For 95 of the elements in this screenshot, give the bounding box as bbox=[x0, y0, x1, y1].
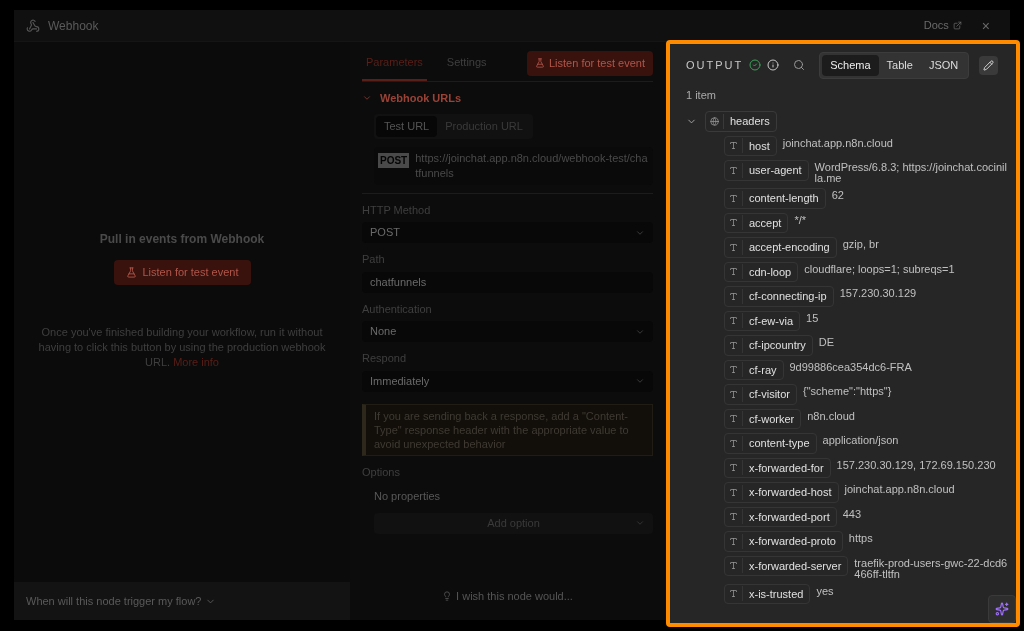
modal-title: Webhook bbox=[48, 17, 99, 35]
input-field[interactable]: chatfunnels bbox=[362, 271, 653, 293]
tree-key: headers bbox=[724, 112, 776, 131]
section-title: Webhook URLs bbox=[380, 90, 462, 106]
text-type-icon bbox=[729, 561, 738, 571]
tree-value: https bbox=[848, 531, 873, 544]
webhook-icon bbox=[26, 18, 40, 33]
success-icon bbox=[749, 59, 762, 72]
item-count: 1 item bbox=[686, 87, 717, 103]
tree-key: cdn-loop bbox=[743, 262, 798, 281]
tree-value: WordPress/6.8.3; https://joinchat.cocinilla.me bbox=[814, 160, 1008, 184]
tree-value: 9d99886cea354dc6-FRA bbox=[789, 359, 912, 373]
tree-value: joinchat.app.n8n.cloud bbox=[844, 482, 955, 495]
text-type-icon bbox=[729, 589, 738, 599]
tree-key: cf-ew-via bbox=[743, 311, 799, 330]
lightbulb-icon bbox=[442, 590, 453, 601]
text-type-icon bbox=[729, 340, 738, 350]
tree-value: joinchat.app.n8n.cloud bbox=[782, 135, 893, 149]
tree-key: cf-ipcountry bbox=[743, 336, 812, 355]
tree-value: n8n.cloud bbox=[807, 408, 855, 422]
view-tab[interactable]: Table bbox=[878, 55, 921, 76]
external-link-icon bbox=[952, 21, 962, 30]
pencil-icon bbox=[983, 59, 995, 71]
trigger-help-toggle[interactable]: When will this node trigger my flow? bbox=[14, 582, 350, 620]
chevron-icon bbox=[635, 376, 645, 386]
text-type-icon bbox=[729, 218, 738, 228]
text-type-icon bbox=[729, 141, 738, 151]
view-tab[interactable]: Schema bbox=[822, 55, 879, 76]
tree-value: */* bbox=[794, 212, 807, 226]
tree-value: 15 bbox=[806, 310, 819, 324]
listen-button[interactable]: Listen for test event bbox=[527, 51, 653, 76]
flask-icon bbox=[535, 58, 545, 69]
select-field[interactable]: None bbox=[362, 321, 653, 342]
tree-value: yes bbox=[816, 583, 834, 597]
text-type-icon bbox=[729, 536, 738, 546]
tree-key: x-forwarded-port bbox=[743, 507, 836, 526]
tree-value: 157.230.30.129, 172.69.150.230 bbox=[836, 457, 996, 471]
tree-value: DE bbox=[818, 335, 835, 348]
text-type-icon bbox=[729, 512, 738, 522]
docs-link[interactable]: Docs bbox=[923, 17, 962, 34]
tree-key: accept bbox=[743, 213, 788, 232]
text-type-icon bbox=[729, 165, 738, 175]
tree-key: x-is-trusted bbox=[743, 584, 810, 603]
text-type-icon bbox=[729, 291, 738, 301]
close-button[interactable]: × bbox=[981, 18, 990, 33]
listen-button[interactable]: Listen for test event bbox=[113, 260, 251, 285]
info-icon[interactable] bbox=[767, 59, 780, 72]
text-type-icon bbox=[729, 193, 738, 203]
tree-key: cf-connecting-ip bbox=[743, 287, 833, 306]
tree-key: host bbox=[743, 136, 776, 155]
text-type-icon bbox=[729, 242, 738, 252]
flask-icon bbox=[125, 267, 137, 278]
text-type-icon bbox=[729, 316, 738, 326]
method-badge: POST bbox=[378, 152, 410, 168]
tree-value: gzip, br bbox=[842, 237, 879, 250]
tree-key: accept-encoding bbox=[743, 238, 836, 257]
url-tab[interactable]: Test URL bbox=[376, 116, 438, 137]
tree-value: application/json bbox=[822, 433, 899, 446]
tree-key: x-forwarded-for bbox=[743, 458, 830, 477]
empty-text: No properties bbox=[374, 489, 442, 504]
tree-key: cf-visitor bbox=[743, 385, 796, 404]
select-field[interactable]: Immediately bbox=[362, 370, 653, 392]
tree-value: cloudflare; loops=1; subreqs=1 bbox=[804, 261, 955, 275]
text-type-icon bbox=[729, 487, 738, 497]
trigger-heading: Pull in events from Webhook bbox=[99, 231, 265, 249]
tree-value: 157.230.30.129 bbox=[839, 286, 917, 299]
tree-value: 443 bbox=[842, 506, 862, 520]
edit-button[interactable] bbox=[979, 55, 999, 75]
text-type-icon bbox=[729, 414, 738, 424]
tree-key: x-forwarded-proto bbox=[743, 532, 842, 551]
tree-value: traefik-prod-users-gwc-22-dcd6466ff-tltfn bbox=[854, 555, 1008, 580]
tree-key: user-agent bbox=[743, 161, 808, 180]
tree-key: content-type bbox=[743, 434, 816, 453]
tree-key: content-length bbox=[743, 189, 825, 208]
tree-key: cf-ray bbox=[743, 360, 783, 379]
feedback-link[interactable]: I wish this node would... bbox=[362, 587, 653, 604]
tree-key: x-forwarded-server bbox=[743, 556, 848, 575]
webhook-url: https://joinchat.app.n8n.cloud/webhook-test/chatfunnels bbox=[415, 150, 649, 181]
chevron-icon bbox=[635, 518, 645, 528]
select-field[interactable]: POST bbox=[362, 222, 653, 243]
sparkles-icon bbox=[995, 602, 1009, 616]
text-type-icon bbox=[729, 365, 738, 375]
tree-key: x-forwarded-host bbox=[743, 483, 838, 502]
object-icon bbox=[710, 116, 719, 126]
view-tab[interactable]: JSON bbox=[920, 55, 967, 76]
text-type-icon bbox=[729, 463, 738, 473]
output-title: OUTPUT bbox=[686, 58, 744, 73]
tree-value: {"scheme":"https"} bbox=[802, 384, 892, 397]
text-type-icon bbox=[729, 389, 738, 399]
search-icon[interactable] bbox=[793, 59, 806, 72]
ai-assistant-button[interactable] bbox=[988, 595, 1016, 623]
tree-key: cf-worker bbox=[743, 409, 801, 428]
text-type-icon bbox=[729, 267, 738, 277]
tree-value: 62 bbox=[831, 188, 844, 201]
text-type-icon bbox=[729, 438, 738, 448]
